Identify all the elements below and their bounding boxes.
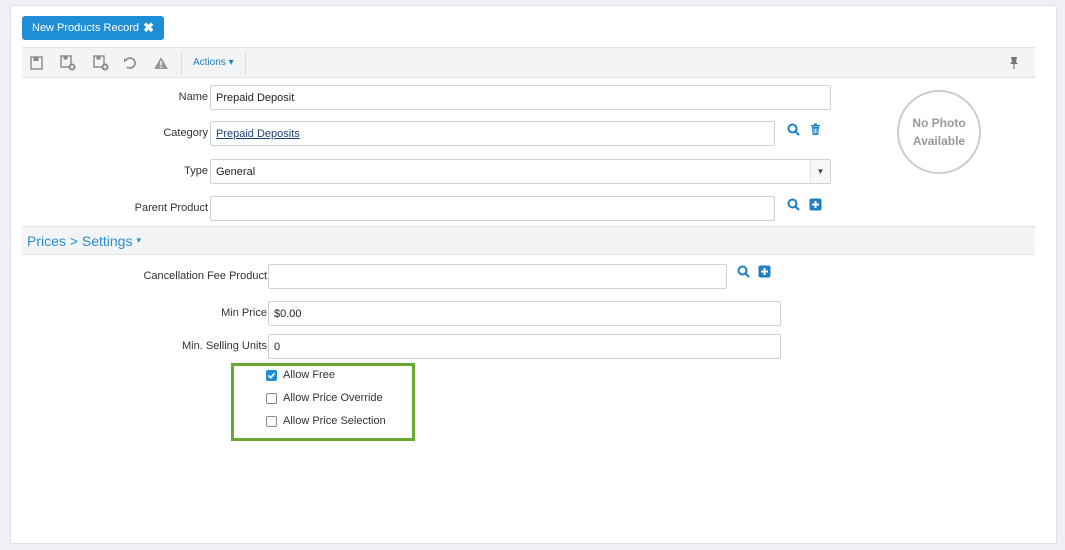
min-price-label: Min Price: [221, 307, 267, 319]
pin-icon[interactable]: [1006, 55, 1022, 71]
chevron-down-icon: ▾: [228, 57, 234, 68]
prices-settings-section[interactable]: Prices > Settings ▾: [22, 226, 1035, 255]
toolbar: Actions ▾: [22, 47, 1035, 78]
photo-text-line1: No Photo: [912, 116, 966, 130]
close-icon[interactable]: ✖: [143, 20, 154, 36]
name-input[interactable]: Prepaid Deposit: [210, 85, 831, 110]
add-icon[interactable]: [809, 198, 822, 211]
category-input[interactable]: Prepaid Deposits: [210, 121, 775, 146]
search-icon[interactable]: [787, 123, 800, 136]
warning-icon[interactable]: [153, 55, 169, 71]
photo-placeholder[interactable]: No Photo Available: [897, 90, 981, 174]
section-title: Prices > Settings: [27, 232, 133, 249]
trash-icon[interactable]: [809, 123, 822, 136]
toolbar-divider: [181, 52, 182, 75]
category-label: Category: [163, 127, 208, 139]
min-price-value: $0.00: [274, 307, 302, 320]
photo-text-line2: Available: [912, 134, 966, 148]
type-label: Type: [184, 165, 208, 177]
checkbox-unchecked-icon[interactable]: [266, 415, 277, 427]
type-select[interactable]: General ▼: [210, 159, 831, 184]
name-value: Prepaid Deposit: [216, 91, 295, 104]
record-tab[interactable]: New Products Record ✖: [22, 16, 164, 40]
actions-label: Actions: [193, 57, 226, 68]
search-icon[interactable]: [737, 265, 750, 278]
chevron-down-icon: ▾: [136, 235, 141, 245]
min-selling-units-input[interactable]: 0: [268, 334, 781, 359]
undo-icon[interactable]: [122, 55, 138, 71]
category-link[interactable]: Prepaid Deposits: [216, 128, 300, 140]
allow-free-checkbox[interactable]: Allow Free: [266, 369, 335, 381]
parent-product-label: Parent Product: [134, 202, 208, 214]
min-price-input[interactable]: $0.00: [268, 301, 781, 326]
save-icon[interactable]: [29, 55, 45, 71]
cancellation-fee-label: Cancellation Fee Product: [143, 270, 267, 282]
allow-free-label: Allow Free: [283, 369, 335, 381]
save-new-icon[interactable]: [93, 55, 109, 71]
min-selling-units-value: 0: [274, 340, 281, 353]
allow-price-override-checkbox[interactable]: Allow Price Override: [266, 392, 383, 404]
checkbox-unchecked-icon[interactable]: [266, 392, 277, 404]
search-icon[interactable]: [787, 198, 800, 211]
cancellation-fee-input[interactable]: [268, 264, 727, 289]
parent-product-input[interactable]: [210, 196, 775, 221]
allow-price-selection-checkbox[interactable]: Allow Price Selection: [266, 415, 386, 427]
allow-price-selection-label: Allow Price Selection: [283, 415, 386, 427]
name-label: Name: [178, 91, 208, 103]
toolbar-divider: [245, 52, 246, 75]
actions-menu[interactable]: Actions ▾: [193, 57, 234, 68]
min-selling-units-label: Min. Selling Units: [182, 340, 267, 352]
checkbox-checked-icon[interactable]: [266, 369, 277, 381]
chevron-down-icon[interactable]: ▼: [810, 160, 830, 183]
type-value: General: [216, 165, 256, 178]
save-close-icon[interactable]: [60, 55, 76, 71]
add-icon[interactable]: [758, 265, 771, 278]
record-tab-title: New Products Record: [32, 22, 139, 34]
allow-price-override-label: Allow Price Override: [283, 392, 383, 404]
